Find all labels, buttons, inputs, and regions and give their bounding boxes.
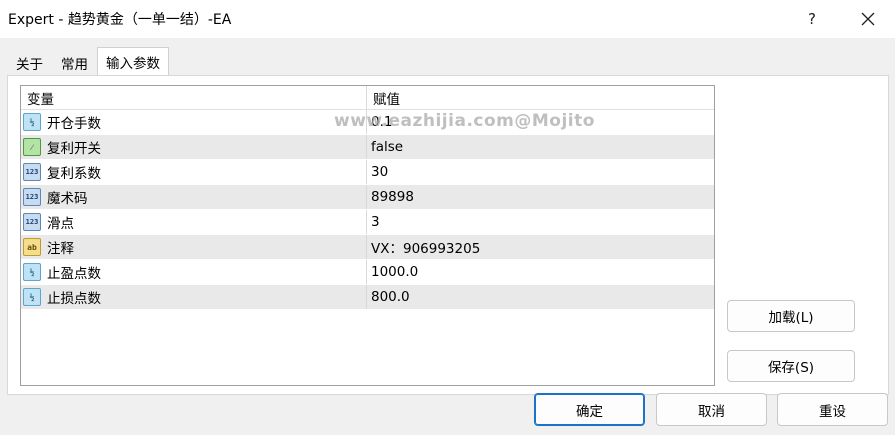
parameter-row[interactable]: ½ 止盈点数 1000.0: [21, 260, 714, 285]
grid-body: ½ 开仓手数 0.1 ⁄ 复利开关 false 123 复利系数 30 123 魔术码 89898 12…: [21, 110, 714, 310]
parameter-value[interactable]: 89898: [367, 185, 714, 209]
string-type-icon: ab: [23, 238, 41, 256]
cancel-button[interactable]: 取消: [656, 393, 767, 426]
tab-about[interactable]: 关于: [7, 49, 52, 75]
dialog-body: 关于 常用 输入参数 变量 赋值 ½ 开仓手数 0.1 ⁄ 复利开关 false 123 复利…: [0, 38, 895, 435]
parameter-name: 复利开关: [47, 141, 101, 157]
parameter-name-cell[interactable]: ⁄ 复利开关: [21, 135, 367, 159]
double-type-icon: ½: [23, 113, 41, 131]
parameter-name: 开仓手数: [47, 116, 101, 132]
parameter-name: 复利系数: [47, 166, 101, 182]
parameter-value[interactable]: 30: [367, 160, 714, 184]
window-title: Expert - 趋势黄金（一单一结）-EA: [8, 12, 232, 28]
header-variable[interactable]: 变量: [21, 86, 367, 109]
parameter-row[interactable]: 123 复利系数 30: [21, 160, 714, 185]
parameters-grid: 变量 赋值 ½ 开仓手数 0.1 ⁄ 复利开关 false 123 复利系数 30 123 魔术码 8…: [20, 85, 715, 386]
parameter-name: 止损点数: [47, 291, 101, 307]
tab-inputs[interactable]: 输入参数: [97, 47, 169, 75]
parameter-name: 魔术码: [47, 191, 88, 207]
parameter-name-cell[interactable]: ab 注释: [21, 235, 367, 259]
parameter-name-cell[interactable]: 123 魔术码: [21, 185, 367, 209]
parameter-name-cell[interactable]: ½ 开仓手数: [21, 110, 367, 134]
save-button[interactable]: 保存(S): [727, 350, 855, 382]
parameter-row[interactable]: ½ 止损点数 800.0: [21, 285, 714, 310]
grid-header: 变量 赋值: [21, 86, 714, 110]
tab-panel: 变量 赋值 ½ 开仓手数 0.1 ⁄ 复利开关 false 123 复利系数 30 123 魔术码 8…: [7, 75, 889, 395]
int-type-icon: 123: [23, 188, 41, 206]
double-type-icon: ½: [23, 263, 41, 281]
parameter-name: 注释: [47, 241, 74, 257]
parameter-row[interactable]: ⁄ 复利开关 false: [21, 135, 714, 160]
parameter-name-cell[interactable]: 123 复利系数: [21, 160, 367, 184]
ok-button[interactable]: 确定: [534, 393, 645, 426]
bool-type-icon: ⁄: [23, 138, 41, 156]
close-button[interactable]: [854, 6, 882, 32]
parameter-name-cell[interactable]: ½ 止损点数: [21, 285, 367, 309]
load-button[interactable]: 加载(L): [727, 300, 855, 332]
parameter-value[interactable]: 3: [367, 210, 714, 234]
help-button[interactable]: ?: [798, 6, 826, 32]
parameter-name: 滑点: [47, 216, 74, 232]
parameter-value[interactable]: 800.0: [367, 285, 714, 309]
parameter-value[interactable]: VX：906993205: [367, 235, 714, 259]
int-type-icon: 123: [23, 163, 41, 181]
int-type-icon: 123: [23, 213, 41, 231]
parameter-name: 止盈点数: [47, 266, 101, 282]
parameter-row[interactable]: 123 魔术码 89898: [21, 185, 714, 210]
close-icon: [861, 12, 875, 26]
parameter-row[interactable]: ½ 开仓手数 0.1: [21, 110, 714, 135]
parameter-name-cell[interactable]: 123 滑点: [21, 210, 367, 234]
reset-button[interactable]: 重设: [777, 393, 888, 426]
parameter-name-cell[interactable]: ½ 止盈点数: [21, 260, 367, 284]
header-value[interactable]: 赋值: [367, 86, 714, 109]
tab-strip: 关于 常用 输入参数: [7, 47, 169, 75]
parameter-value[interactable]: 0.1: [367, 110, 714, 134]
parameter-row[interactable]: 123 滑点 3: [21, 210, 714, 235]
tab-common[interactable]: 常用: [52, 49, 97, 75]
title-bar: Expert - 趋势黄金（一单一结）-EA ?: [0, 0, 895, 38]
parameter-value[interactable]: 1000.0: [367, 260, 714, 284]
parameter-row[interactable]: ab 注释 VX：906993205: [21, 235, 714, 260]
double-type-icon: ½: [23, 288, 41, 306]
parameter-value[interactable]: false: [367, 135, 714, 159]
